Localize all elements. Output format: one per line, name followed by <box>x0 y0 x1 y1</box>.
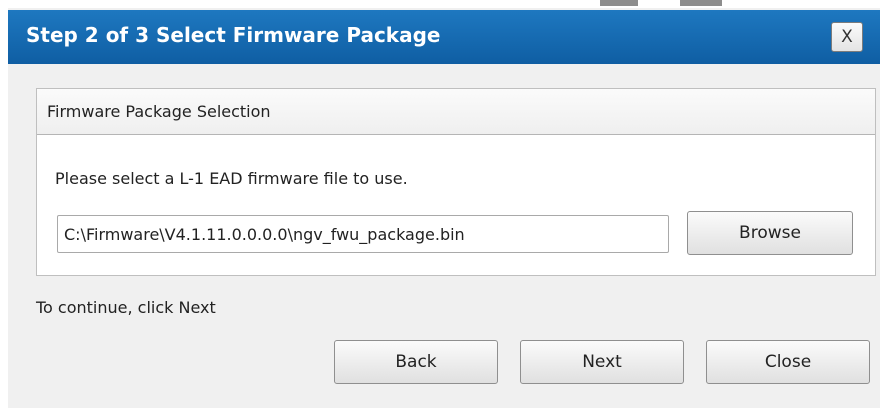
browse-button[interactable]: Browse <box>687 211 853 255</box>
dialog-titlebar: Step 2 of 3 Select Firmware Package X <box>8 10 880 64</box>
firmware-path-input[interactable] <box>57 215 669 253</box>
next-button[interactable]: Next <box>520 340 684 384</box>
background-block <box>680 0 722 6</box>
firmware-wizard-dialog: Step 2 of 3 Select Firmware Package X Fi… <box>8 8 880 408</box>
instruction-text: Please select a L-1 EAD firmware file to… <box>55 169 408 188</box>
close-icon[interactable]: X <box>831 22 863 52</box>
group-header: Firmware Package Selection <box>37 89 875 135</box>
back-button[interactable]: Back <box>334 340 498 384</box>
close-button[interactable]: Close <box>706 340 870 384</box>
firmware-package-selection-group: Firmware Package Selection Please select… <box>36 88 876 276</box>
background-block <box>600 0 638 6</box>
group-header-label: Firmware Package Selection <box>47 102 271 121</box>
dialog-title: Step 2 of 3 Select Firmware Package <box>26 23 441 47</box>
continue-hint: To continue, click Next <box>36 298 216 317</box>
